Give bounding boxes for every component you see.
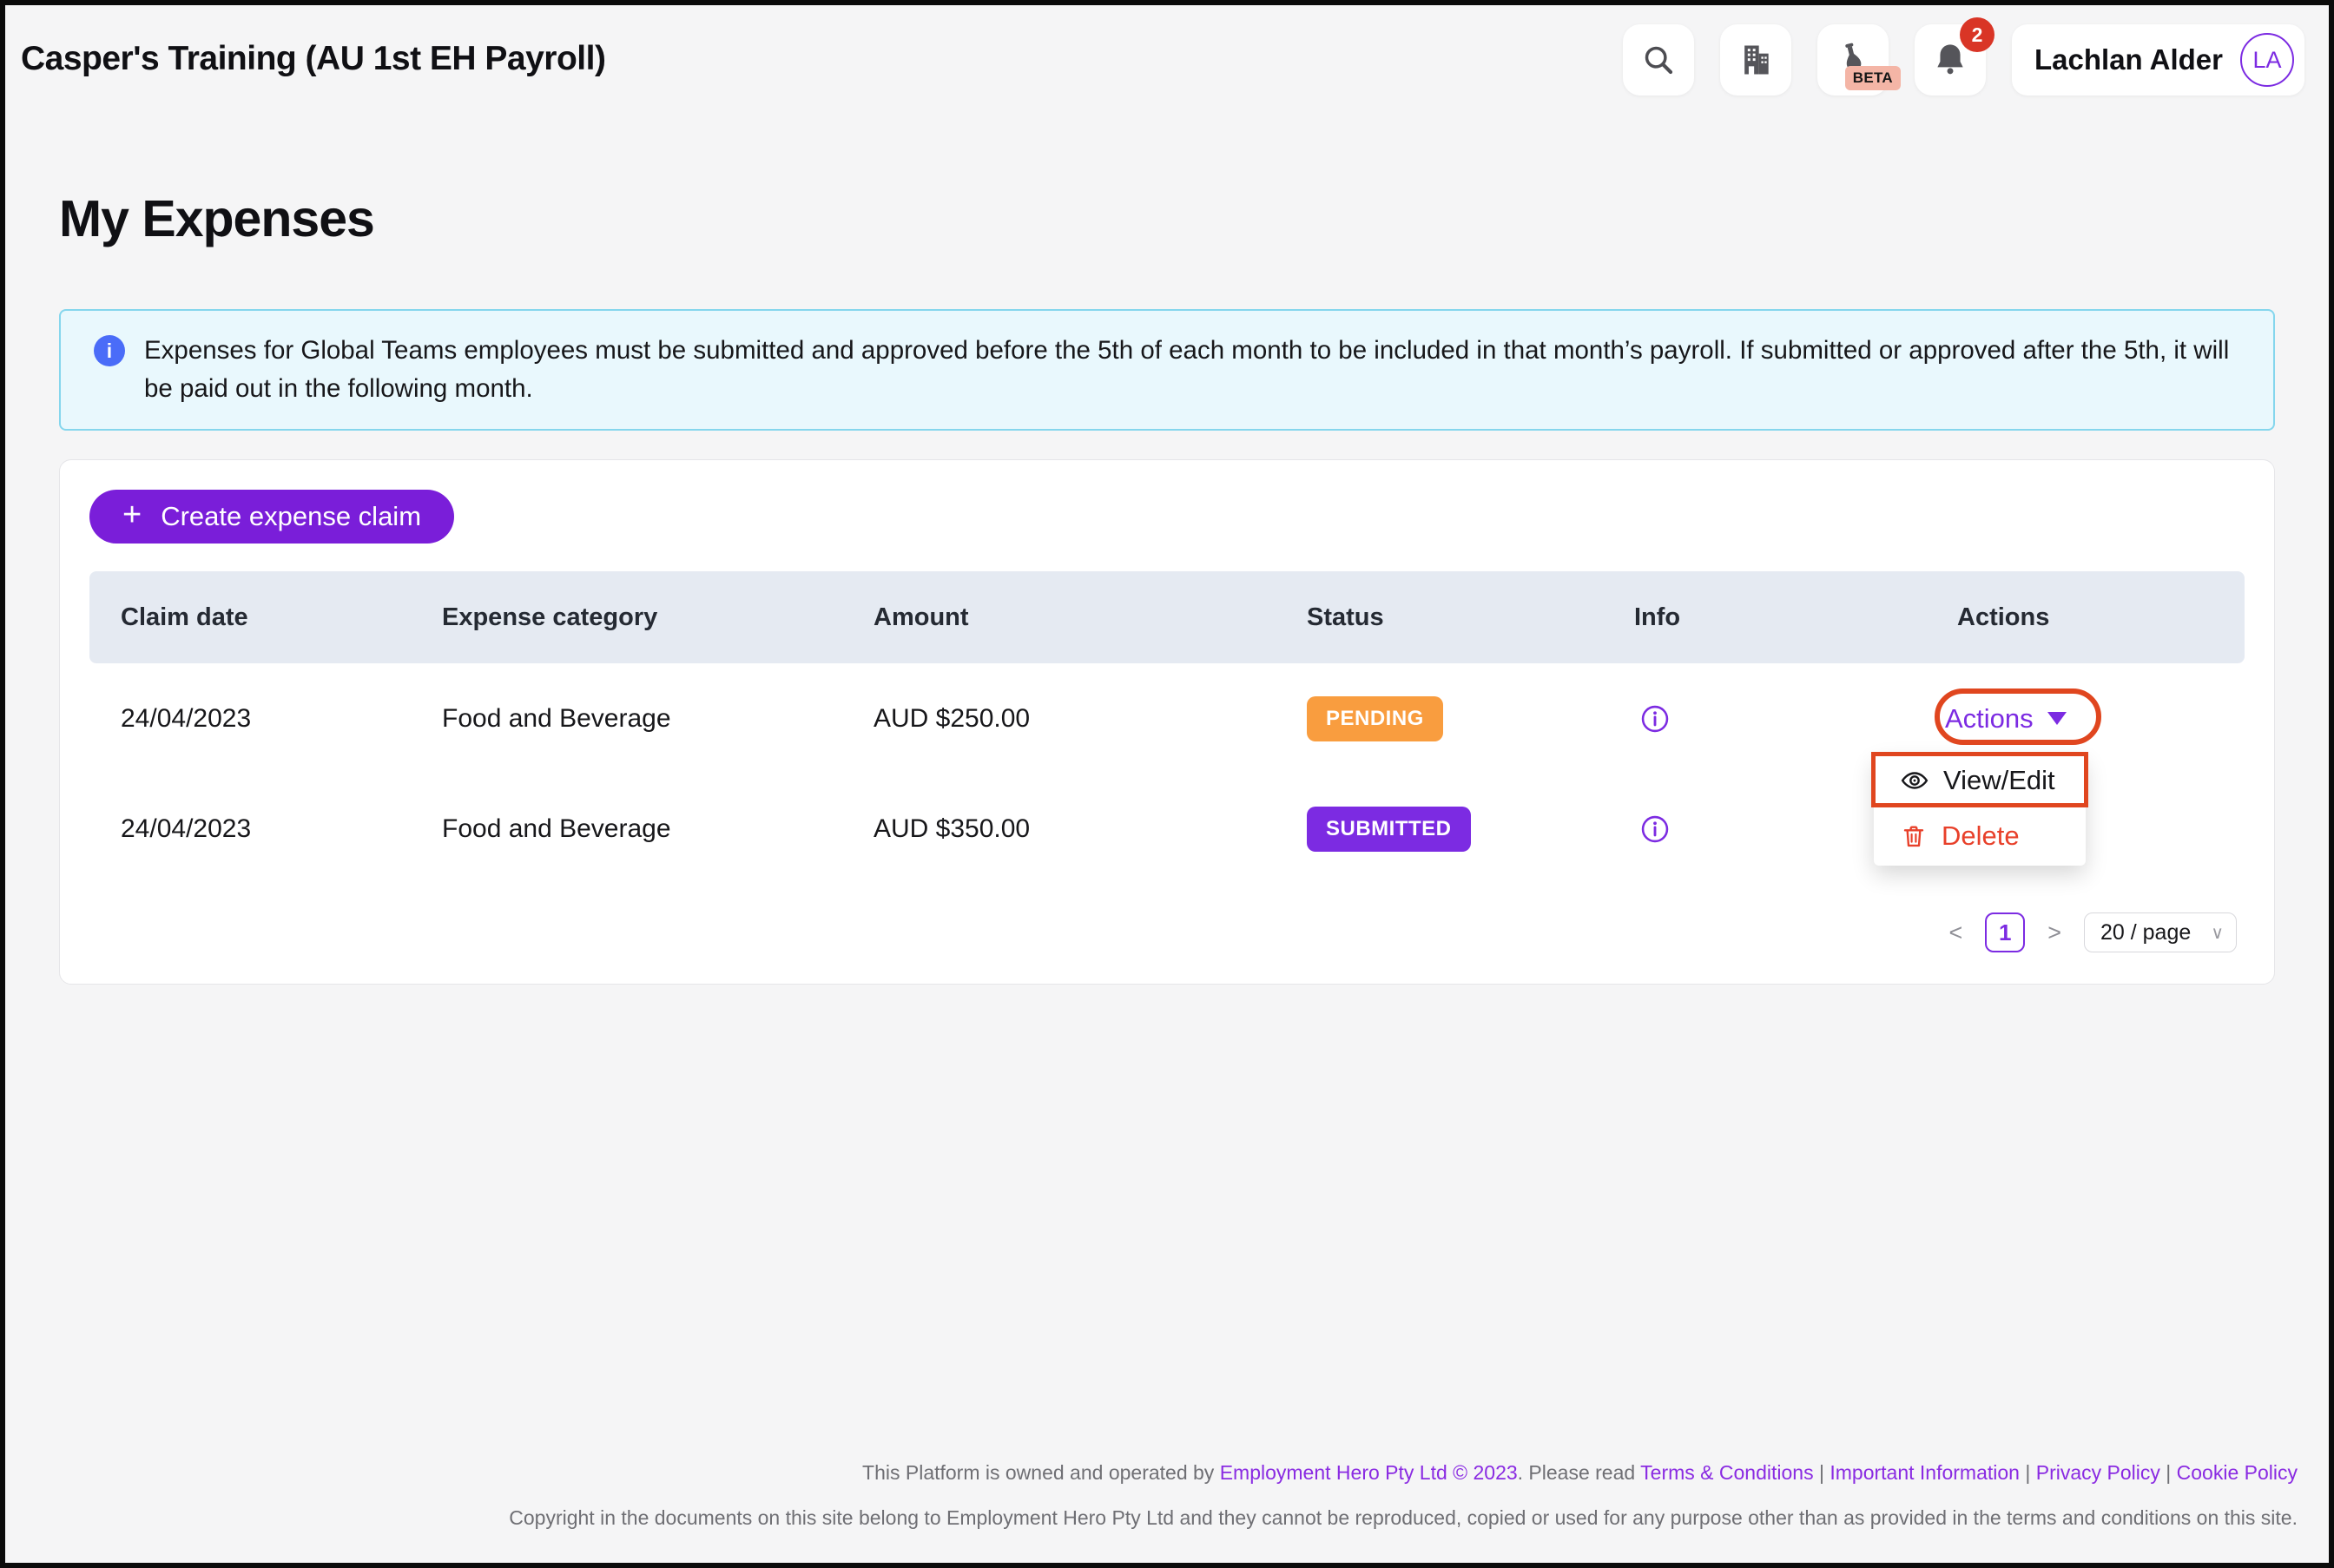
expense-category-cell: Food and Beverage xyxy=(442,704,874,734)
expenses-card: + Create expense claim Claim date Expens… xyxy=(59,459,2275,985)
create-expense-claim-button[interactable]: + Create expense claim xyxy=(89,490,454,544)
info-banner-text: Expenses for Global Teams employees must… xyxy=(144,332,2247,408)
claim-date-cell: 24/04/2023 xyxy=(121,704,442,734)
employment-hero-link[interactable]: Employment Hero Pty Ltd © 2023 xyxy=(1220,1461,1518,1484)
beta-badge: BETA xyxy=(1845,66,1901,90)
column-amount: Amount xyxy=(874,603,1307,632)
next-page-button[interactable]: > xyxy=(2044,919,2065,946)
footer-line-2: Copyright in the documents on this site … xyxy=(5,1495,2298,1540)
footer-line-1: This Platform is owned and operated by E… xyxy=(5,1450,2298,1495)
info-circle-icon xyxy=(1639,703,1671,735)
claim-date-cell: 24/04/2023 xyxy=(121,814,442,844)
create-expense-claim-label: Create expense claim xyxy=(161,501,421,532)
plus-icon: + xyxy=(122,498,142,531)
status-badge-submitted: SUBMITTED xyxy=(1307,807,1471,852)
view-edit-menu-item[interactable]: View/Edit xyxy=(1874,754,2086,807)
amount-cell: AUD $350.00 xyxy=(874,814,1307,844)
delete-menu-item[interactable]: Delete xyxy=(1874,807,2086,866)
search-icon xyxy=(1640,42,1677,78)
column-status: Status xyxy=(1307,603,1634,632)
building-icon xyxy=(1737,41,1775,79)
eye-icon xyxy=(1900,766,1929,795)
screenshot-frame: Casper's Training (AU 1st EH Payroll) xyxy=(0,0,2334,1568)
cookie-policy-link[interactable]: Cookie Policy xyxy=(2177,1461,2298,1484)
actions-dropdown-menu: View/Edit Delete xyxy=(1874,754,2086,866)
app-title: Casper's Training (AU 1st EH Payroll) xyxy=(21,40,605,78)
top-right-controls: BETA 2 Lachlan Alder LA xyxy=(1623,24,2304,96)
beta-labs-button[interactable]: BETA xyxy=(1817,24,1889,96)
trash-icon xyxy=(1900,822,1928,850)
app-screen: Casper's Training (AU 1st EH Payroll) xyxy=(5,5,2329,1563)
pagination: < 1 > 20 / page ∨ xyxy=(1945,912,2237,952)
table-header: Claim date Expense category Amount Statu… xyxy=(89,571,2245,663)
chevron-down-icon: ∨ xyxy=(2211,922,2224,944)
search-button[interactable] xyxy=(1623,24,1694,96)
status-badge-pending: PENDING xyxy=(1307,696,1443,741)
info-banner: i Expenses for Global Teams employees mu… xyxy=(59,309,2275,431)
page-title: My Expenses xyxy=(59,189,374,248)
important-information-link[interactable]: Important Information xyxy=(1830,1461,2020,1484)
footer-separator: | xyxy=(1819,1461,1824,1484)
page-number-button[interactable]: 1 xyxy=(1985,912,2025,952)
footer: This Platform is owned and operated by E… xyxy=(5,1450,2298,1540)
amount-cell: AUD $250.00 xyxy=(874,704,1307,734)
column-info: Info xyxy=(1634,603,1957,632)
row-info-button[interactable] xyxy=(1634,703,1957,735)
delete-label: Delete xyxy=(1942,820,2020,852)
column-claim-date: Claim date xyxy=(121,603,442,632)
column-actions: Actions xyxy=(1957,603,2257,632)
footer-text: This Platform is owned and operated by xyxy=(862,1461,1220,1484)
privacy-policy-link[interactable]: Privacy Policy xyxy=(2036,1461,2160,1484)
column-expense-category: Expense category xyxy=(442,603,874,632)
view-edit-label: View/Edit xyxy=(1943,765,2055,796)
page-size-select[interactable]: 20 / page ∨ xyxy=(2084,912,2237,952)
caret-down-icon xyxy=(2047,712,2067,725)
previous-page-button[interactable]: < xyxy=(1945,919,1966,946)
profile-menu[interactable]: Lachlan Alder LA xyxy=(2012,24,2304,96)
organisation-button[interactable] xyxy=(1720,24,1791,96)
page-size-value: 20 / page xyxy=(2100,920,2191,945)
info-icon: i xyxy=(94,335,125,366)
actions-label: Actions xyxy=(1945,703,2034,735)
actions-dropdown-button[interactable]: Actions xyxy=(1945,703,2067,735)
terms-conditions-link[interactable]: Terms & Conditions xyxy=(1640,1461,1813,1484)
footer-text: . Please read xyxy=(1518,1461,1641,1484)
info-circle-icon xyxy=(1639,814,1671,845)
notifications-button[interactable]: 2 xyxy=(1915,24,1986,96)
top-bar: Casper's Training (AU 1st EH Payroll) xyxy=(5,5,2329,115)
user-name: Lachlan Alder xyxy=(2034,43,2223,76)
notification-count-badge: 2 xyxy=(1960,17,1994,52)
footer-separator: | xyxy=(2025,1461,2030,1484)
footer-separator: | xyxy=(2166,1461,2171,1484)
avatar: LA xyxy=(2240,33,2294,87)
expense-category-cell: Food and Beverage xyxy=(442,814,874,844)
